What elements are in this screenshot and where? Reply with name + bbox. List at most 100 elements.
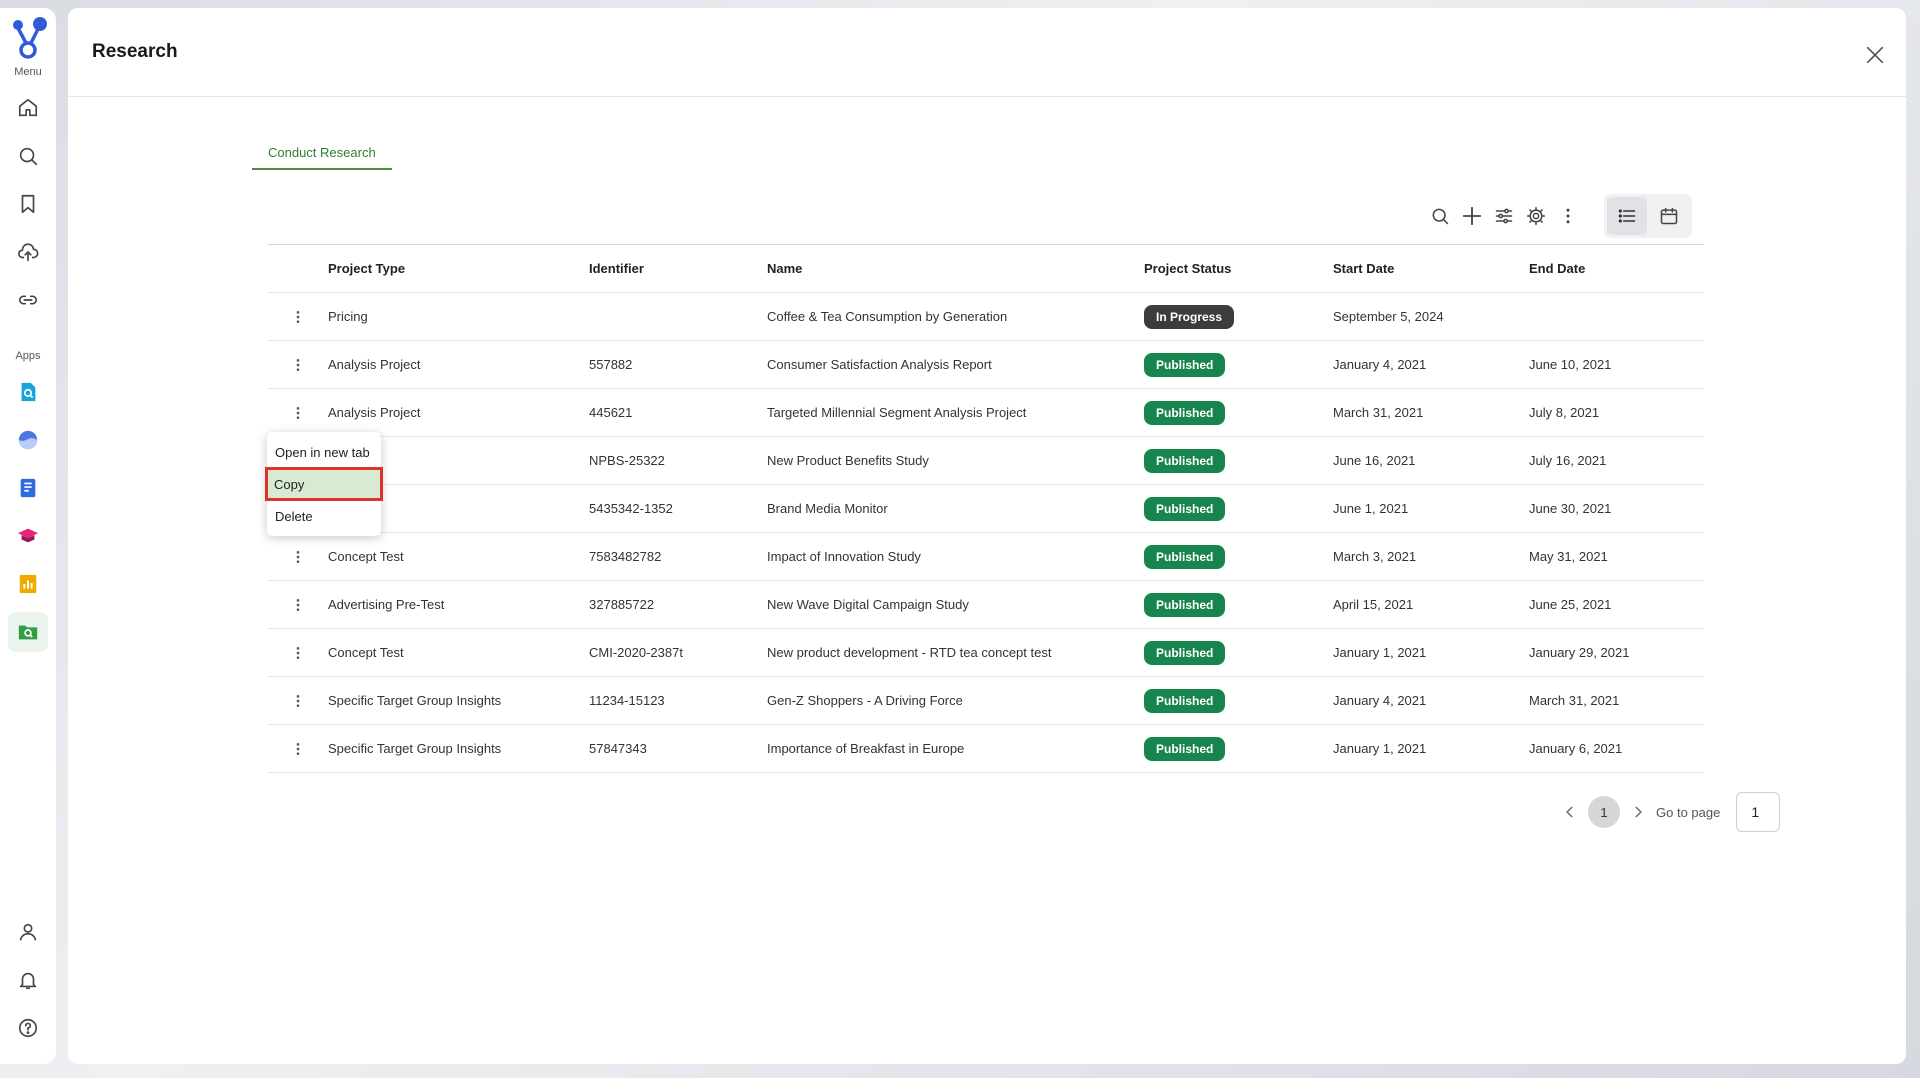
app-research-active[interactable] [8,612,48,652]
cell-identifier: 557882 [589,357,633,372]
cell-name[interactable]: Consumer Satisfaction Analysis Report [767,357,1144,372]
status-badge: Published [1144,640,1226,665]
cell-start-date: January 4, 2021 [1333,357,1427,372]
row-actions-button[interactable] [288,305,308,329]
cell-identifier: 445621 [589,405,633,420]
table-row[interactable]: Advertising Pre-Test 327885722 New Wave Di… [268,581,1704,629]
menu-item-delete[interactable]: Delete [267,500,381,532]
cell-identifier: NPBS-25322 [589,453,665,468]
list-view-button[interactable] [1607,197,1647,235]
cell-end-date: July 8, 2021 [1529,405,1600,420]
header-name[interactable]: Name [767,261,1144,276]
row-actions-button[interactable] [288,689,308,713]
prev-page-button[interactable] [1560,802,1580,822]
more-vertical-icon [296,406,300,419]
tab-conduct-research[interactable]: Conduct Research [252,145,392,170]
app-forms[interactable] [8,468,48,508]
calendar-icon [1660,207,1678,225]
calendar-view-button[interactable] [1649,197,1689,235]
app-logo-icon[interactable] [8,16,48,60]
more-vertical-icon [296,310,300,323]
cell-project-type: Analysis Project [328,357,421,372]
menu-item-open-new-tab[interactable]: Open in new tab [267,436,381,468]
more-options-button[interactable] [1552,200,1584,232]
cell-identifier: 57847343 [589,741,647,756]
links-button[interactable] [8,280,48,320]
app-learning[interactable] [8,516,48,556]
sliders-icon [1495,208,1513,224]
cell-end-date: January 6, 2021 [1529,741,1623,756]
row-actions-button[interactable] [288,353,308,377]
app-research-docs[interactable] [8,372,48,412]
table-row[interactable]: acking5435342-1352Brand Media MonitorPub… [268,485,1704,533]
app-analytics[interactable] [8,564,48,604]
table-row[interactable]: Analysis Project 445621 Targeted Millennia… [268,389,1704,437]
header-start-date[interactable]: Start Date [1333,261,1529,276]
header-project-status[interactable]: Project Status [1144,261,1333,276]
cell-name[interactable]: New Wave Digital Campaign Study [767,597,1144,612]
row-actions-button[interactable] [288,593,308,617]
search-icon [19,147,38,166]
bookmarks-button[interactable] [8,184,48,224]
table-row[interactable]: Concept Test 7583482782 Impact of Innovati… [268,533,1704,581]
cell-project-type: Specific Target Group Insights [328,693,502,708]
header-project-type[interactable]: Project Type [328,261,589,276]
more-vertical-icon [296,358,300,371]
cell-end-date: May 31, 2021 [1529,549,1608,564]
row-actions-button[interactable] [288,401,308,425]
page-number-button[interactable]: 1 [1588,796,1620,828]
table-row[interactable]: Concept Test CMI-2020-2387t New product de… [268,629,1704,677]
chevron-left-icon [1566,806,1573,818]
cell-end-date: January 29, 2021 [1529,645,1630,660]
profile-button[interactable] [8,912,48,952]
more-vertical-icon [296,598,300,611]
cell-name[interactable]: Targeted Millennial Segment Analysis Pro… [767,405,1144,420]
cell-project-type: Analysis Project [328,405,421,420]
user-icon [19,923,37,941]
table-toolbar [1424,194,1692,238]
header-identifier[interactable]: Identifier [589,261,767,276]
row-actions-button[interactable] [288,737,308,761]
cell-name[interactable]: Importance of Breakfast in Europe [767,741,1144,756]
notifications-button[interactable] [8,960,48,1000]
search-button[interactable] [8,136,48,176]
plus-icon [1462,206,1482,226]
cell-name[interactable]: Brand Media Monitor [767,501,1144,516]
go-to-page-input[interactable] [1736,792,1781,832]
table-row[interactable]: Specific Target Group Insights 11234-1512… [268,677,1704,725]
home-button[interactable] [8,88,48,128]
close-icon[interactable] [1864,44,1886,66]
next-page-button[interactable] [1628,802,1648,822]
panel-header: Research [68,8,1906,97]
cell-name[interactable]: New product development - RTD tea concep… [767,645,1144,660]
status-badge: Published [1144,400,1226,425]
cell-end-date: March 31, 2021 [1529,693,1620,708]
filter-button[interactable] [1488,200,1520,232]
table-row[interactable]: TestNPBS-25322New Product Benefits Study… [268,437,1704,485]
app-moon[interactable] [8,420,48,460]
graduation-cap-icon [17,528,39,543]
cell-name[interactable]: Impact of Innovation Study [767,549,1144,564]
table-search-button[interactable] [1424,200,1456,232]
cell-name[interactable]: New Product Benefits Study [767,453,1144,468]
status-badge: Published [1144,688,1226,713]
settings-button[interactable] [1520,200,1552,232]
table-row[interactable]: Specific Target Group Insights 57847343 Im… [268,725,1704,773]
table-row[interactable]: Analysis Project 557882 Consumer Satisfact… [268,341,1704,389]
table-body: Pricing Coffee & Tea Consumption by Gener… [268,293,1704,773]
table-row[interactable]: Pricing Coffee & Tea Consumption by Gener… [268,293,1704,341]
help-button[interactable] [8,1008,48,1048]
cell-end-date: June 10, 2021 [1529,357,1612,372]
menu-label: Menu [14,66,42,78]
header-end-date[interactable]: End Date [1529,261,1704,276]
cell-identifier: 7583482782 [589,549,662,564]
row-actions-button[interactable] [288,545,308,569]
upload-button[interactable] [8,232,48,272]
list-icon [1618,209,1636,223]
menu-item-copy[interactable]: Copy [265,467,383,501]
row-actions-button[interactable] [288,641,308,665]
add-project-button[interactable] [1456,200,1488,232]
cell-name[interactable]: Gen-Z Shoppers - A Driving Force [767,693,1144,708]
cell-name[interactable]: Coffee & Tea Consumption by Generation [767,309,1144,324]
status-badge: Published [1144,736,1226,761]
